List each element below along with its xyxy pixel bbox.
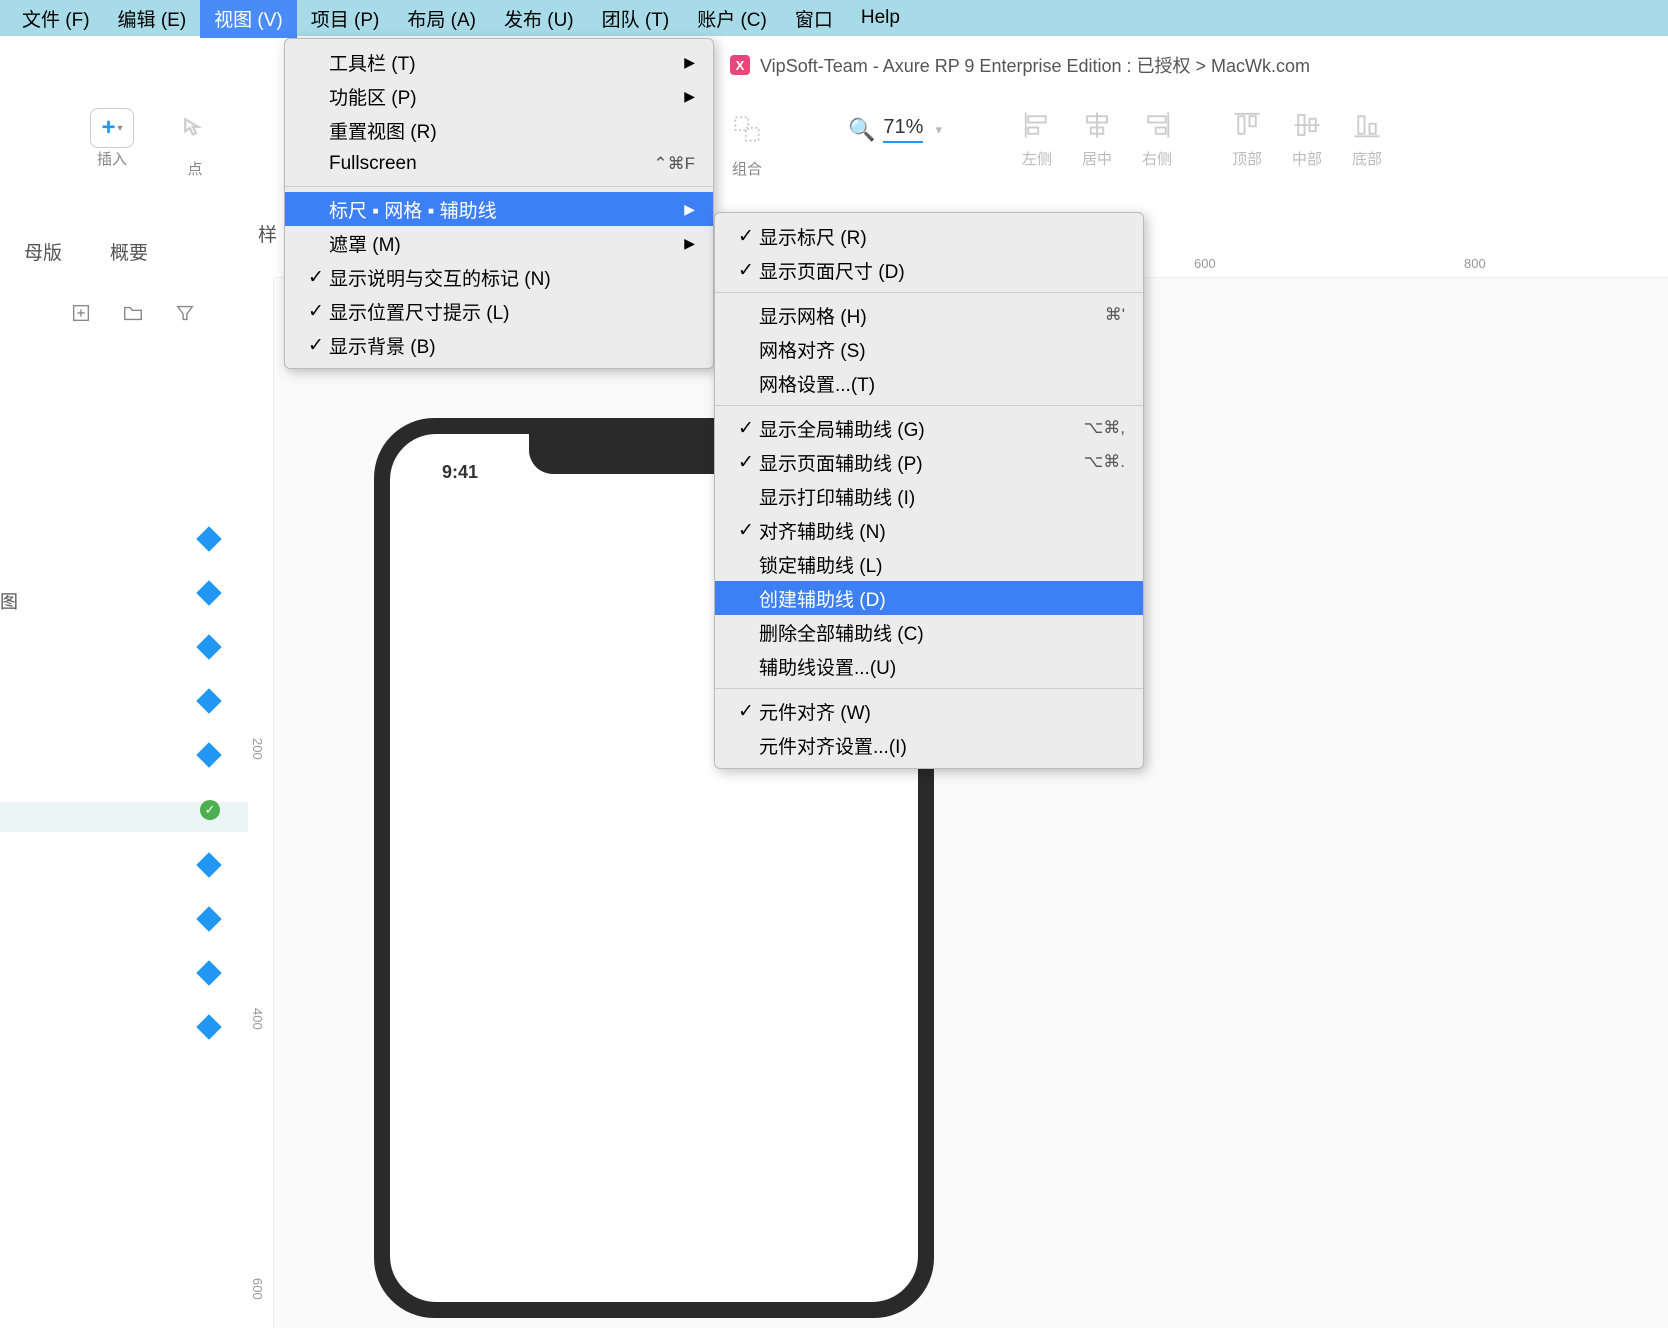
menu-item[interactable]: ✓显示标尺 (R) [715,219,1143,253]
chevron-down-icon[interactable]: ▾ [935,122,942,138]
menu-item[interactable]: 显示网格 (H)⌘' [715,298,1143,332]
menu-item[interactable]: 辅助线设置...(U) [715,649,1143,683]
menu-project[interactable]: 项目 (P) [297,0,394,38]
menu-window[interactable]: 窗口 [781,0,847,38]
menu-help[interactable]: Help [847,1,914,35]
menu-edit[interactable]: 编辑 (E) [104,0,201,38]
page-list: ✓ [200,530,230,1072]
zoom-control[interactable]: 🔍 71% ▾ [848,98,942,143]
filter-icon[interactable] [174,302,196,324]
menu-item[interactable]: 元件对齐设置...(I) [715,728,1143,762]
toolbar: +▾ 插入 点 组合 🔍 71% ▾ 左侧 居中 右侧 顶部 中部 底部 [0,98,1668,184]
zoom-value[interactable]: 71% [883,116,923,143]
align-left-label: 左侧 [1022,148,1052,169]
align-horizontal-group: 左侧 居中 右侧 [1022,98,1172,169]
align-center-label: 居中 [1082,148,1112,169]
align-left-icon[interactable] [1022,110,1052,140]
folder-icon[interactable] [122,302,144,324]
insert-button[interactable]: +▾ [90,108,134,148]
left-edge-label: 图 [0,588,18,614]
menu-item[interactable]: 网格对齐 (S) [715,332,1143,366]
add-page-icon[interactable] [70,302,92,324]
menu-file[interactable]: 文件 (F) [8,0,104,38]
align-vertical-group: 顶部 中部 底部 [1232,98,1382,169]
menu-view[interactable]: 视图 (V) [200,0,297,38]
menu-item[interactable]: ✓显示全局辅助线 (G)⌥⌘, [715,411,1143,445]
menu-item[interactable]: 标尺 ▪ 网格 ▪ 辅助线▶ [285,192,713,226]
page-item-icon[interactable] [196,634,221,659]
page-item-icon[interactable] [196,526,221,551]
point-icon[interactable] [174,108,216,150]
menu-item[interactable]: 工具栏 (T)▶ [285,45,713,79]
menu-account[interactable]: 账户 (C) [683,0,781,38]
menu-item[interactable]: ✓显示页面尺寸 (D) [715,253,1143,287]
app-icon: X [730,55,750,75]
tab-outline[interactable]: 概要 [86,230,172,273]
left-panel-tabs: 母版 概要 [0,230,250,273]
panel-corner-label: 样 [258,220,277,247]
menu-item[interactable]: 锁定辅助线 (L) [715,547,1143,581]
align-middle-icon[interactable] [1292,110,1322,140]
menu-item[interactable]: ✓显示背景 (B) [285,328,713,362]
page-item-icon[interactable] [196,1014,221,1039]
ruler-grid-submenu: ✓显示标尺 (R)✓显示页面尺寸 (D) 显示网格 (H)⌘'网格对齐 (S)网格… [714,212,1144,769]
menu-publish[interactable]: 发布 (U) [490,0,588,38]
page-item-check-icon[interactable]: ✓ [200,800,220,820]
left-panel-toolbar [70,302,196,324]
menu-bar: 文件 (F) 编辑 (E) 视图 (V) 项目 (P) 布局 (A) 发布 (U… [0,0,1668,36]
tab-masters[interactable]: 母版 [0,230,86,273]
page-item-icon[interactable] [196,688,221,713]
group-label: 组合 [732,158,762,179]
ungroup-icon[interactable] [726,108,768,150]
align-middle-label: 中部 [1292,148,1322,169]
window-title: VipSoft-Team - Axure RP 9 Enterprise Edi… [760,52,1310,78]
menu-item[interactable]: ✓显示说明与交互的标记 (N) [285,260,713,294]
search-icon: 🔍 [848,117,875,143]
page-item-icon[interactable] [196,960,221,985]
menu-item[interactable]: 创建辅助线 (D) [715,581,1143,615]
align-right-icon[interactable] [1142,110,1172,140]
menu-item[interactable]: ✓元件对齐 (W) [715,694,1143,728]
menu-item[interactable]: ✓显示页面辅助线 (P)⌥⌘. [715,445,1143,479]
menu-item[interactable]: 重置视图 (R) [285,113,713,147]
ruler-tick: 800 [1464,256,1486,271]
align-center-icon[interactable] [1082,110,1112,140]
menu-item[interactable]: 网格设置...(T) [715,366,1143,400]
menu-item[interactable]: 功能区 (P)▶ [285,79,713,113]
menu-item[interactable]: Fullscreen⌃⌘F [285,147,713,181]
ruler-tick: 600 [250,1278,265,1300]
ruler-tick: 400 [250,1008,265,1030]
page-item-icon[interactable] [196,580,221,605]
ruler-tick: 200 [250,738,265,760]
align-bottom-label: 底部 [1352,148,1382,169]
align-right-label: 右侧 [1142,148,1172,169]
align-top-label: 顶部 [1232,148,1262,169]
point-label: 点 [187,158,202,179]
ruler-vertical[interactable]: 200 400 600 [248,278,274,1328]
align-top-icon[interactable] [1232,110,1262,140]
menu-layout[interactable]: 布局 (A) [393,0,490,38]
window-title-bar: X VipSoft-Team - Axure RP 9 Enterprise E… [730,52,1310,78]
ruler-tick: 600 [1194,256,1216,271]
menu-item[interactable]: 显示打印辅助线 (I) [715,479,1143,513]
view-menu-dropdown: 工具栏 (T)▶功能区 (P)▶重置视图 (R)Fullscreen⌃⌘F 标尺 … [284,38,714,369]
page-item-icon[interactable] [196,742,221,767]
page-item-icon[interactable] [196,906,221,931]
page-item-icon[interactable] [196,852,221,877]
phone-status-time: 9:41 [442,462,478,483]
menu-item[interactable]: 遮罩 (M)▶ [285,226,713,260]
insert-label: 插入 [97,148,127,169]
menu-item[interactable]: ✓显示位置尺寸提示 (L) [285,294,713,328]
menu-team[interactable]: 团队 (T) [588,0,684,38]
menu-item[interactable]: 删除全部辅助线 (C) [715,615,1143,649]
align-bottom-icon[interactable] [1352,110,1382,140]
menu-item[interactable]: ✓对齐辅助线 (N) [715,513,1143,547]
